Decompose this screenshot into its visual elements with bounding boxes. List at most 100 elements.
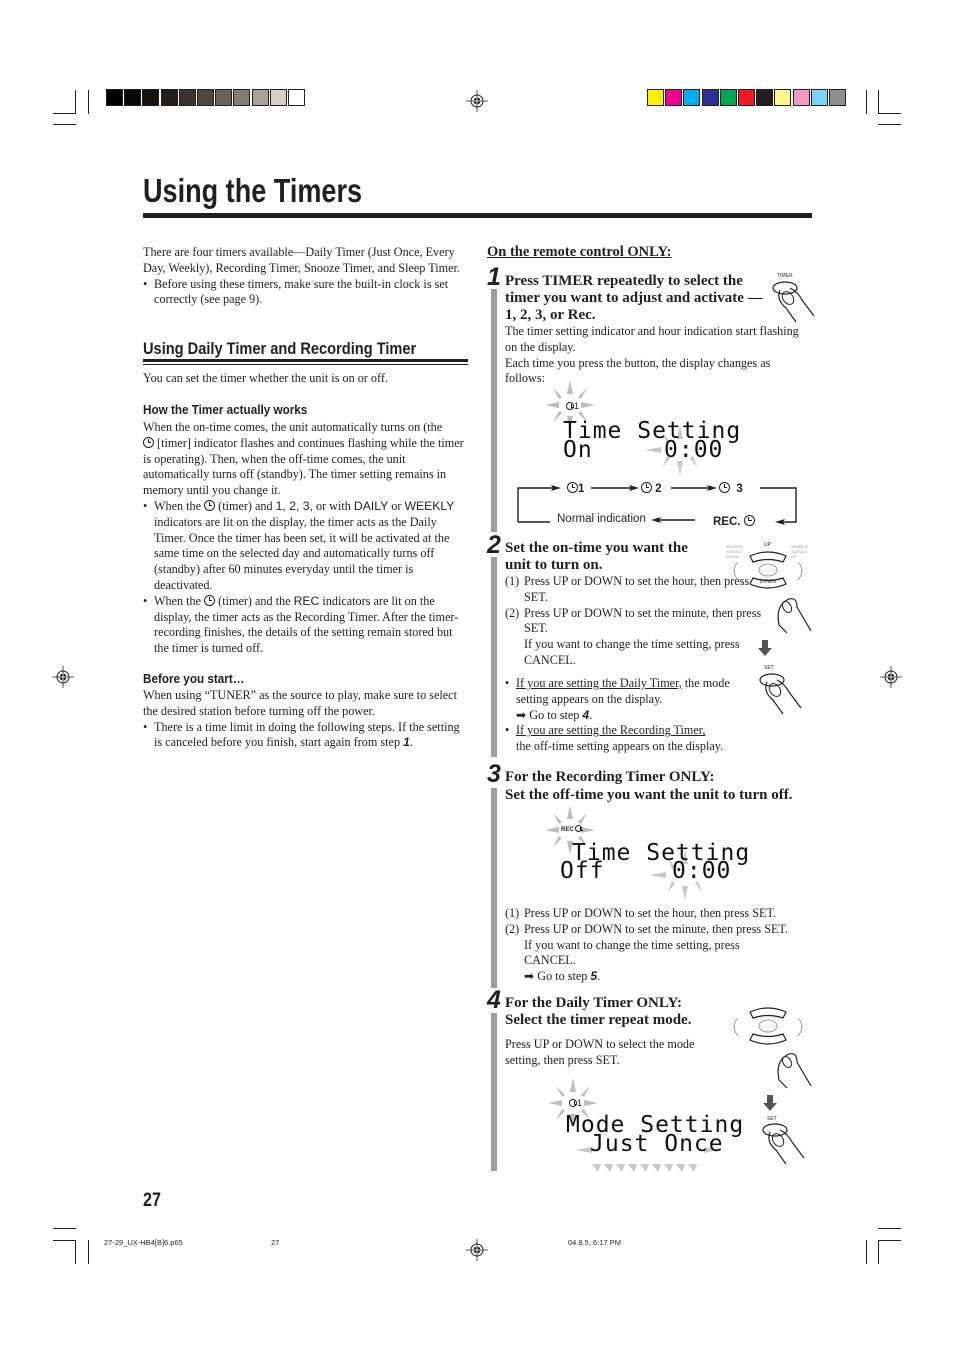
- color-swatch: [738, 89, 755, 106]
- color-swatch: [124, 89, 142, 106]
- registration-mark-icon: [466, 1239, 488, 1261]
- step-bar: [491, 788, 497, 988]
- clock-icon: [566, 402, 574, 410]
- lcd-line-2-right: 0:00: [664, 437, 724, 463]
- color-swatch: [719, 89, 737, 106]
- color-swatch: [774, 89, 792, 106]
- registration-mark-icon: [52, 666, 74, 688]
- color-swatch: [178, 89, 196, 106]
- step-heading-line-1: For the Recording Timer ONLY:: [505, 769, 715, 785]
- clock-icon: [575, 825, 584, 832]
- footer-timestamp: 04.8.5, 6:17 PM: [568, 1238, 621, 1247]
- step-heading: Set the on-time you want the unit to tur…: [505, 540, 688, 573]
- clock-icon: [567, 482, 578, 493]
- flow-timer-2: 2: [641, 482, 662, 495]
- title-rule: [143, 213, 812, 218]
- page-number: 27: [143, 1190, 161, 1211]
- color-swatch: [647, 89, 664, 106]
- lcd-timer-indicator: 1: [569, 1098, 582, 1108]
- section-intro: You can set the timer whether the unit i…: [143, 371, 388, 385]
- clock-icon: [204, 594, 216, 606]
- color-swatch: [792, 89, 810, 106]
- goto-arrow-icon: ➡: [516, 707, 527, 722]
- color-swatch: [251, 89, 269, 106]
- step-2-bullets: If you are setting the Daily Timer, the …: [505, 676, 755, 755]
- lcd-timer-indicator: 1: [566, 401, 579, 411]
- before-paragraph: When using “TUNER” as the source to play…: [143, 688, 457, 718]
- step-heading-line-2: Select the timer repeat mode.: [505, 1012, 692, 1028]
- before-bullet: There is a time limit in doing the follo…: [143, 720, 468, 752]
- color-swatch: [142, 89, 160, 106]
- remote-up-label: UP: [764, 542, 771, 548]
- clock-icon: [569, 1099, 577, 1107]
- flow-rec: REC.: [713, 515, 755, 528]
- clock-icon: [719, 482, 730, 493]
- set-button-press-icon[interactable]: [755, 670, 803, 718]
- color-swatch: [106, 89, 123, 106]
- step-number: 4: [487, 986, 501, 1014]
- section-rule-thick: [143, 359, 468, 362]
- remote-updown-pad-icon: [733, 1007, 803, 1045]
- clock-icon: [204, 499, 216, 511]
- step-number: 1: [487, 263, 501, 291]
- clock-icon: [641, 482, 652, 493]
- color-swatch: [160, 89, 178, 106]
- lcd-line-2-left: Off: [560, 858, 605, 884]
- clock-icon: [743, 515, 755, 526]
- color-swatch: [215, 89, 233, 106]
- flow-timer-1: 1: [567, 482, 584, 495]
- step-bar: [491, 557, 497, 757]
- color-swatch: [756, 89, 774, 106]
- step-heading: Press TIMER repeatedly to select the tim…: [505, 273, 763, 323]
- step-number: 2: [487, 531, 501, 559]
- remote-search-down-label: SEARCH SCROLL DOWN: [726, 544, 743, 559]
- color-swatch: [233, 89, 251, 106]
- footer-file-name: 27-29_UX-HB4[B]6.p65: [104, 1238, 183, 1247]
- color-swatch: [288, 89, 305, 106]
- lcd-line-2-right: 0:00: [672, 858, 732, 884]
- flow-normal-indication: Normal indication: [557, 513, 646, 525]
- color-swatch: [269, 89, 287, 106]
- step-text: Press UP or DOWN to select the mode sett…: [505, 1037, 695, 1067]
- lcd-rec-indicator: REC: [561, 825, 584, 833]
- arrow-down-icon: [763, 1095, 777, 1111]
- color-swatch: [197, 89, 214, 106]
- intro-block: There are four timers available—Daily Ti…: [143, 245, 463, 308]
- daily-timer-note: If you are setting the Daily Timer, the …: [505, 676, 755, 723]
- color-swatch: [810, 89, 828, 106]
- registration-mark-icon: [466, 90, 488, 112]
- step-heading-line-1: For the Daily Timer ONLY:: [505, 995, 682, 1011]
- how-block: When the on-time comes, the unit automat…: [143, 420, 468, 657]
- color-swatch: [683, 89, 701, 106]
- flow-timer-3: 3: [719, 482, 743, 495]
- remote-heading: On the remote control ONLY:: [487, 244, 672, 260]
- set-button-press-icon[interactable]: [758, 1120, 806, 1168]
- how-title: How the Timer actually works: [143, 402, 308, 417]
- registration-mark-icon: [880, 666, 902, 688]
- step-bar: [491, 1013, 497, 1171]
- step-text: The timer setting indicator and hour ind…: [505, 324, 799, 386]
- timer-button-press-icon[interactable]: [768, 278, 816, 326]
- recording-timer-note: If you are setting the Recording Timer, …: [505, 723, 755, 755]
- how-bullet-recording: When the (timer) and the REC indicators …: [143, 594, 468, 657]
- color-swatch: [665, 89, 683, 106]
- section-title: Using Daily Timer and Recording Timer: [143, 339, 417, 358]
- footer-page-ref: 27: [271, 1238, 280, 1247]
- step-bar: [491, 289, 497, 532]
- lcd-line-2: Just Once: [590, 1131, 724, 1157]
- before-block: When using “TUNER” as the source to play…: [143, 688, 468, 751]
- step-heading-line-2: Set the off-time you want the unit to tu…: [505, 787, 793, 803]
- remote-search-up-label: SEARCH SCROLL UP: [791, 544, 808, 559]
- lcd-line-2-left: On: [563, 437, 593, 463]
- remote-down-label: DOWN: [760, 579, 776, 585]
- goto-arrow-icon: ➡: [524, 969, 535, 984]
- page-title: Using the Timers: [143, 172, 363, 209]
- finger-press-icon: [777, 598, 812, 634]
- arrow-down-icon: [758, 640, 772, 656]
- clock-icon: [143, 436, 154, 448]
- color-swatch: [701, 89, 719, 106]
- step-number: 3: [487, 760, 501, 788]
- color-swatch: [829, 89, 846, 106]
- step-text: (1) Press UP or DOWN to set the hour, the…: [505, 906, 789, 984]
- how-paragraph: When the on-time comes, the unit automat…: [143, 420, 464, 498]
